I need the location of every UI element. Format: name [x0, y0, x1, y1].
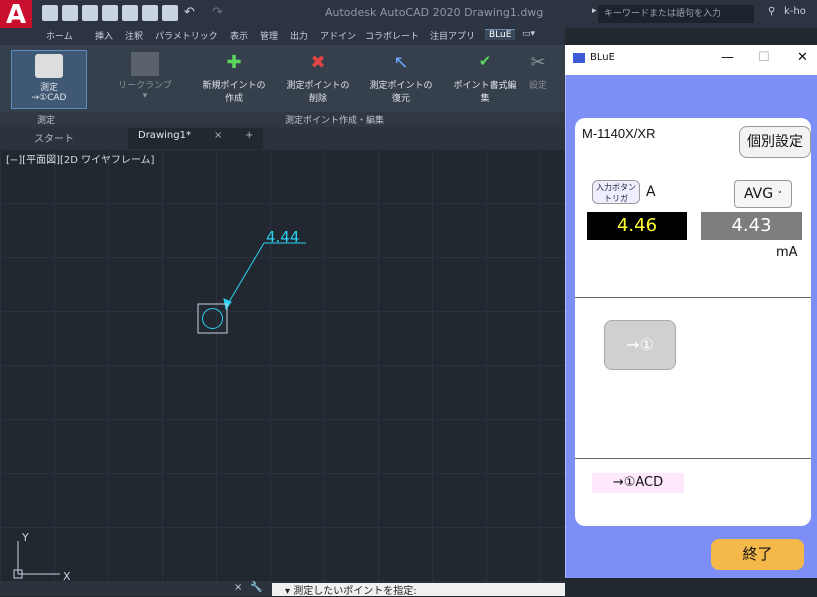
printer-icon[interactable]: [162, 5, 178, 21]
tab-view[interactable]: 表示: [230, 29, 248, 42]
undo-icon[interactable]: ↶: [184, 5, 195, 20]
leak-clamp-button[interactable]: リークランプ ▾: [115, 52, 175, 101]
ribbon-panel-titles: [0, 112, 565, 127]
new-file-icon[interactable]: [42, 5, 58, 21]
tab-start[interactable]: スタート: [34, 130, 74, 145]
autocad-logo-icon[interactable]: A: [0, 0, 32, 30]
acd-label: →①ACD: [592, 473, 684, 493]
delete-point-icon: ✖: [310, 52, 326, 73]
panel-toggle-icon[interactable]: ▭▾: [522, 29, 535, 39]
card-divider: [575, 297, 811, 298]
dialog-title: BLuE: [590, 52, 615, 63]
search-input[interactable]: キーワードまたは語句を入力: [598, 5, 754, 23]
tab-annotate[interactable]: 注釈: [125, 29, 143, 42]
tab-drawing-label: Drawing1*: [138, 130, 191, 141]
print-icon[interactable]: [142, 5, 158, 21]
device-model: M-1140X/XR: [582, 126, 656, 141]
restore-point-button[interactable]: ↖ 測定ポイントの復元: [366, 52, 436, 104]
save-icon[interactable]: [82, 5, 98, 21]
unit-ma-label: mA: [776, 245, 798, 260]
measure-icon: [35, 54, 63, 78]
tab-addins[interactable]: アドイン: [320, 29, 356, 42]
tab-home[interactable]: ホーム: [46, 29, 73, 42]
tab-output[interactable]: 出力: [290, 29, 308, 42]
chevron-down-icon: ▾: [142, 91, 148, 101]
format-edit-label: ポイント書式編集: [453, 81, 517, 104]
spellcheck-icon: ✔: [478, 52, 492, 70]
average-value-display: 4.43: [701, 212, 802, 240]
ribbon-tab-bar: [0, 28, 565, 45]
panel-title-measure: 測定: [37, 116, 56, 126]
minimize-icon[interactable]: —: [721, 50, 734, 65]
open-folder-icon[interactable]: [62, 5, 78, 21]
leak-clamp-label: リークランプ: [118, 81, 172, 91]
save-as-icon[interactable]: [102, 5, 118, 21]
search-arrow-icon[interactable]: ▸: [592, 6, 597, 16]
new-point-button[interactable]: ✚ 新規ポイントの作成: [199, 52, 269, 104]
avg-select[interactable]: AVG ˅: [734, 180, 792, 208]
current-value-display: 4.46: [587, 212, 687, 240]
tools-icon: ✂: [530, 52, 546, 73]
restore-point-label: 測定ポイントの復元: [369, 81, 433, 104]
close-command-icon[interactable]: ×: [234, 582, 242, 593]
user-name[interactable]: k-ho: [784, 6, 806, 17]
format-edit-button[interactable]: ✔ ポイント書式編集: [450, 52, 520, 104]
document-tab-bar: [0, 127, 565, 149]
settings-button[interactable]: ✂ 設定: [524, 52, 552, 91]
tab-parametric[interactable]: パラメトリック: [155, 29, 218, 42]
close-tab-icon[interactable]: ×: [214, 130, 222, 141]
new-tab-icon[interactable]: +: [245, 130, 253, 141]
tab-manage[interactable]: 管理: [260, 29, 278, 42]
blue-app-icon: [573, 53, 585, 63]
tab-blue[interactable]: BLuE: [485, 29, 516, 40]
send-to-cad-button[interactable]: →①: [604, 320, 676, 370]
restore-arrow-icon: ↖: [393, 52, 409, 73]
measure-button-label: 測定 →①CAD: [31, 83, 67, 103]
card-divider-lower: [575, 458, 811, 459]
close-icon[interactable]: ✕: [797, 50, 808, 65]
tab-featured-apps[interactable]: 注目アプリ: [430, 29, 475, 42]
measure-to-cad-button[interactable]: 測定 →①CAD: [11, 50, 87, 109]
maximize-icon[interactable]: ☐: [758, 50, 770, 65]
measurement-annotation[interactable]: 4.44: [266, 228, 299, 246]
new-point-label: 新規ポイントの作成: [202, 81, 266, 104]
app-title: Autodesk AutoCAD 2020 Drawing1.dwg: [325, 6, 544, 19]
plot-icon[interactable]: [122, 5, 138, 21]
redo-icon[interactable]: ↷: [212, 5, 223, 20]
canvas-drawing: Y X: [13, 242, 306, 581]
tab-insert[interactable]: 挿入: [95, 29, 113, 42]
exit-button[interactable]: 終了: [711, 539, 804, 570]
y-axis-label: Y: [21, 531, 29, 544]
x-axis-label: X: [63, 570, 71, 581]
measure-point-circle[interactable]: [202, 308, 223, 329]
panel-title-edit: 測定ポイント作成・編集: [285, 116, 385, 126]
settings-label: 設定: [528, 81, 547, 91]
add-point-icon: ✚: [226, 52, 242, 73]
command-prompt: ▾ 測定したいポイントを指定:: [285, 586, 417, 597]
chevron-down-icon: ˅: [777, 191, 783, 201]
wrench-icon[interactable]: 🔧: [250, 582, 262, 593]
avg-select-value: AVG: [743, 186, 774, 202]
binoculars-icon[interactable]: ⚲: [768, 6, 775, 17]
delete-point-label: 測定ポイントの削除: [286, 81, 350, 104]
tab-collaborate[interactable]: コラボレート: [365, 29, 419, 42]
leader-line: [225, 242, 265, 308]
unit-a-label: A: [646, 184, 656, 200]
input-trigger-button[interactable]: 入力ボタン トリガ: [592, 180, 640, 204]
delete-point-button[interactable]: ✖ 測定ポイントの削除: [283, 52, 353, 104]
clamp-icon: [131, 52, 159, 76]
individual-settings-button[interactable]: 個別設定: [739, 126, 811, 158]
